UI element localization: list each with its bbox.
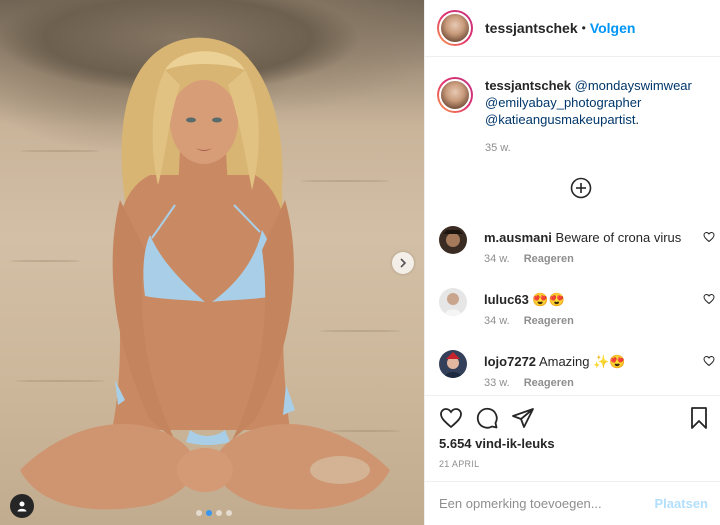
comment-username[interactable]: lojo7272 <box>484 354 536 369</box>
post-header: tessjantschek • Volgen <box>425 0 720 57</box>
carousel-dot <box>196 510 202 516</box>
comment-body: 😍😍 <box>532 292 565 307</box>
post-photo[interactable] <box>0 0 424 525</box>
caption-avatar[interactable] <box>437 77 473 113</box>
comment-avatar[interactable] <box>439 288 467 316</box>
comment-username[interactable]: m.ausmani <box>484 230 552 245</box>
caption-time[interactable]: 35 w. <box>485 140 692 157</box>
post-username[interactable]: tessjantschek <box>485 20 578 36</box>
post-modal: tessjantschek • Volgen tessjantschek @mo… <box>0 0 720 525</box>
avatar[interactable] <box>437 10 473 46</box>
like-count[interactable]: 5.654 vind-ik-leuks <box>439 436 555 451</box>
comment-item: lojo7272 Amazing ✨😍 33 w. Reageren <box>439 350 715 400</box>
comment-avatar[interactable] <box>439 226 467 254</box>
heart-icon[interactable] <box>439 406 463 430</box>
follow-button[interactable]: Volgen <box>590 20 636 36</box>
comment-body: Amazing ✨😍 <box>538 354 626 369</box>
comment-item: luluc63 😍😍 34 w. Reageren <box>439 288 715 338</box>
reply-button[interactable]: Reageren <box>524 377 574 389</box>
comment-body: Beware of crona virus <box>555 230 682 245</box>
plus-circle-icon[interactable] <box>570 177 592 199</box>
chevron-right-icon <box>400 258 407 268</box>
comment-text: lojo7272 Amazing ✨😍 <box>484 353 689 370</box>
post-date[interactable]: 21 APRIL <box>439 459 479 469</box>
caption-trailing: . <box>635 112 640 127</box>
comment-meta: 33 w. Reageren <box>484 377 574 389</box>
carousel-dot-active <box>206 510 212 516</box>
carousel-dot <box>216 510 222 516</box>
comment-time[interactable]: 34 w. <box>484 253 510 265</box>
comment-username[interactable]: luluc63 <box>484 292 529 307</box>
comment-text: luluc63 😍😍 <box>484 291 689 308</box>
mention-link[interactable]: @emilyabay_photographer <box>485 95 641 110</box>
comment-time[interactable]: 34 w. <box>484 315 510 327</box>
share-icon[interactable] <box>511 406 535 430</box>
heart-icon[interactable] <box>703 355 715 367</box>
comment-time[interactable]: 33 w. <box>484 377 510 389</box>
comment-meta: 34 w. Reageren <box>484 253 574 265</box>
comment-meta: 34 w. Reageren <box>484 315 574 327</box>
reply-button[interactable]: Reageren <box>524 315 574 327</box>
user-icon <box>17 501 27 512</box>
next-image-button[interactable] <box>392 252 414 274</box>
post-sidebar: tessjantschek • Volgen tessjantschek @mo… <box>424 0 720 525</box>
separator: • <box>581 21 586 35</box>
mention-link[interactable]: @mondayswimwear <box>575 78 692 93</box>
comment-form: Een opmerking toevoegen... Plaatsen <box>425 481 720 525</box>
reply-button[interactable]: Reageren <box>524 253 574 265</box>
heart-icon[interactable] <box>703 293 715 305</box>
comment-avatar[interactable] <box>439 350 467 378</box>
caption-body: tessjantschek @mondayswimwear @emilyabay… <box>485 77 692 157</box>
comment-item: m.ausmani Beware of crona virus 34 w. Rea… <box>439 226 715 276</box>
comment-icon[interactable] <box>475 406 499 430</box>
bookmark-icon[interactable] <box>687 406 711 430</box>
post-comment-button[interactable]: Plaatsen <box>655 496 708 511</box>
tagged-users-button[interactable] <box>10 494 34 518</box>
comment-input[interactable]: Een opmerking toevoegen... <box>439 496 655 511</box>
caption: tessjantschek @mondayswimwear @emilyabay… <box>425 57 720 157</box>
comment-text: m.ausmani Beware of crona virus <box>484 229 689 246</box>
heart-icon[interactable] <box>703 231 715 243</box>
carousel-dot <box>226 510 232 516</box>
model-figure <box>20 37 390 510</box>
action-bar <box>425 395 720 436</box>
mention-link[interactable]: @katieangusmakeupartist <box>485 112 636 127</box>
carousel-indicator <box>196 510 232 516</box>
caption-username[interactable]: tessjantschek <box>485 78 571 93</box>
